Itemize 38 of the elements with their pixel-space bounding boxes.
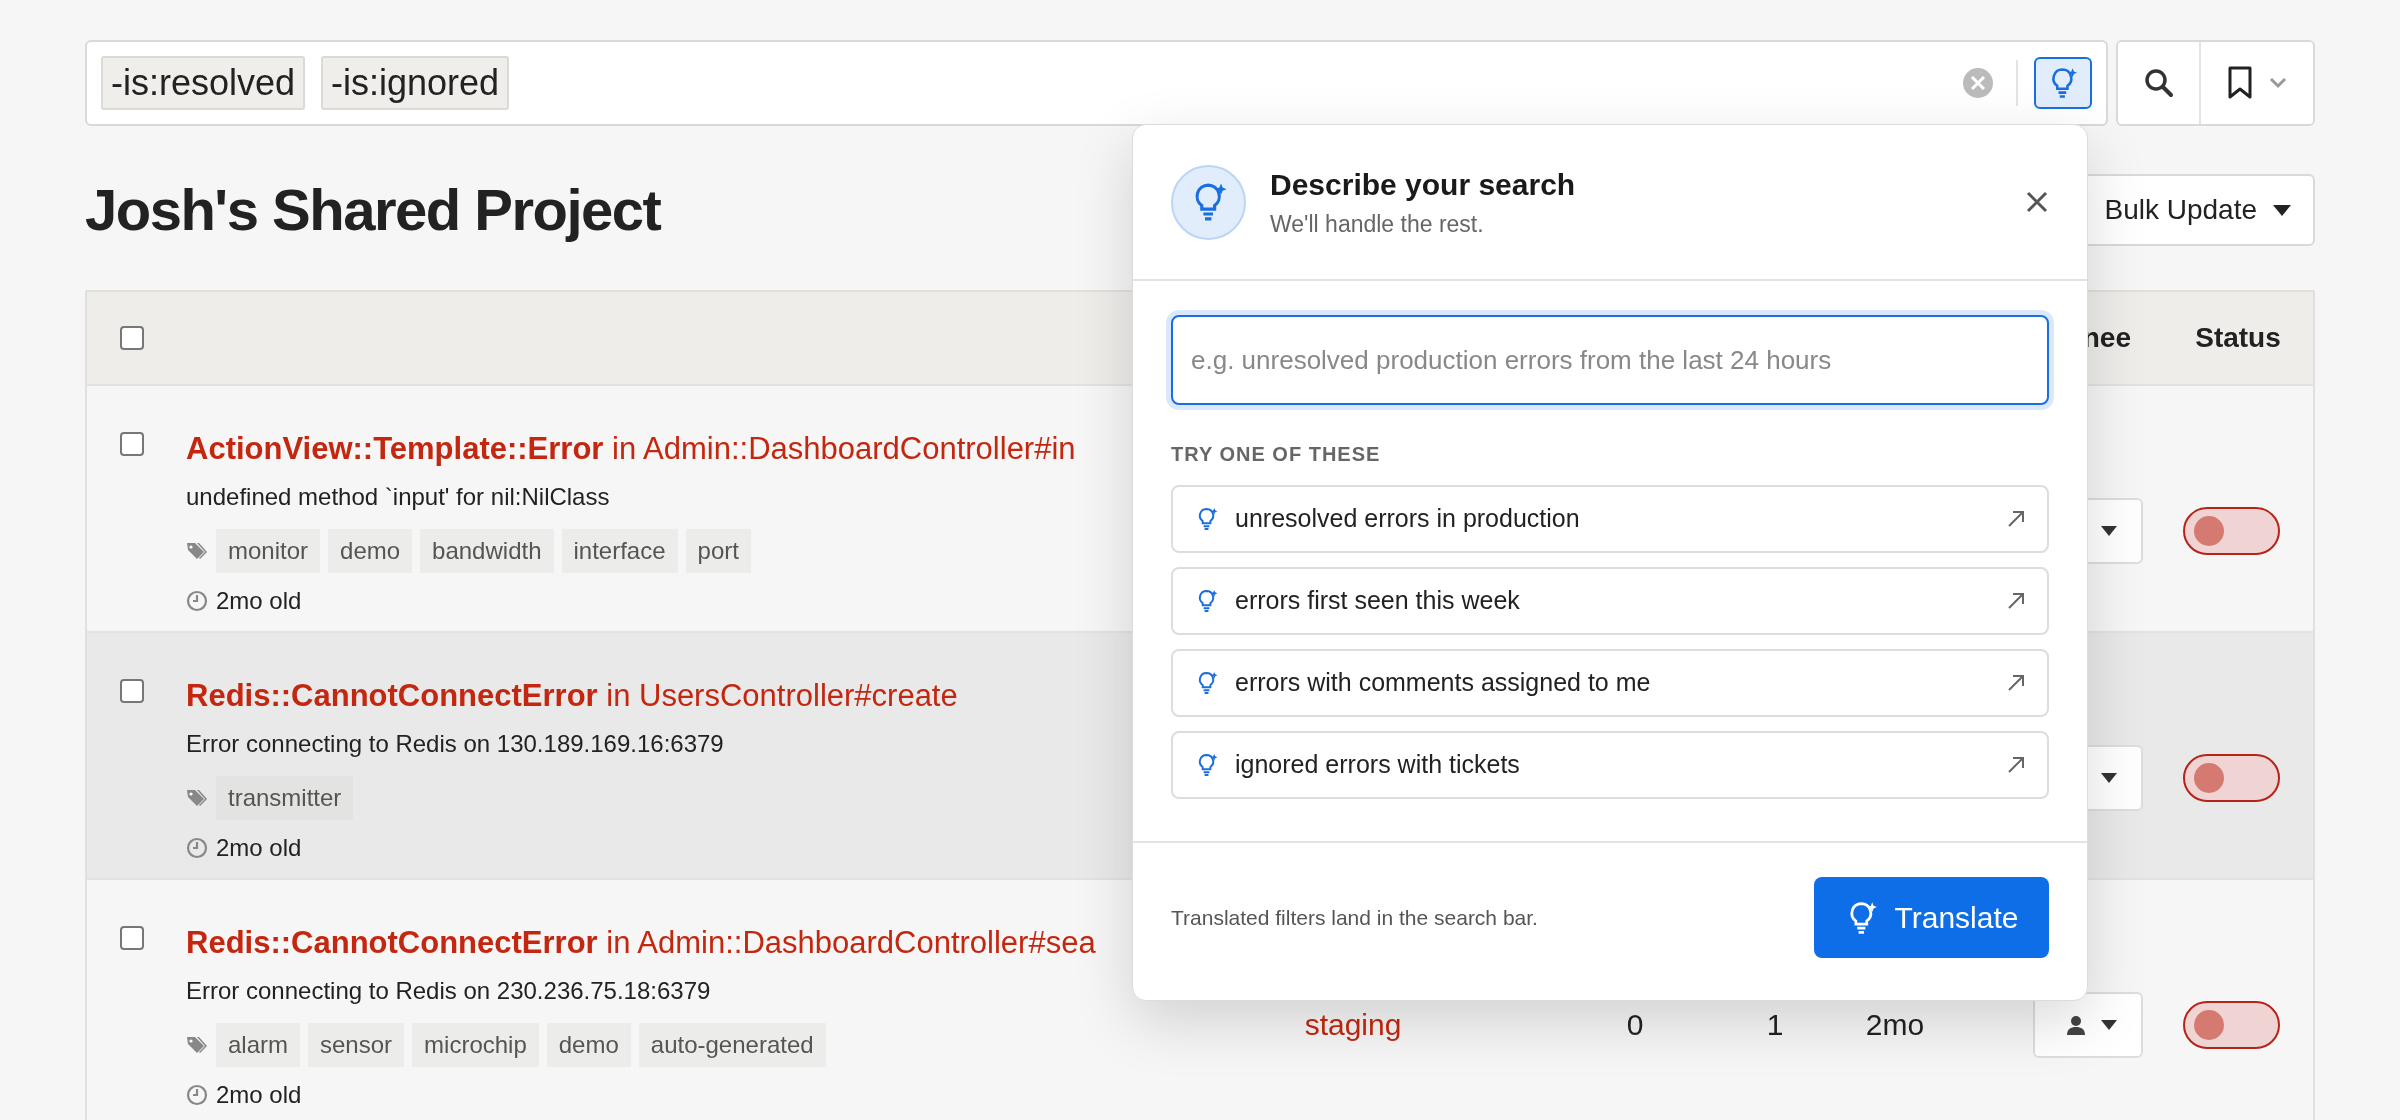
- section-label: TRY ONE OF THESE: [1171, 442, 1382, 467]
- filter-chip[interactable]: -is:ignored: [321, 55, 510, 111]
- search-field[interactable]: -is:resolved -is:ignored: [85, 40, 2108, 126]
- translate-button[interactable]: Translate: [1814, 877, 2049, 958]
- environment-label: staging: [1304, 1008, 1402, 1041]
- tag-label[interactable]: interface: [561, 528, 678, 573]
- issue-title-link[interactable]: Redis::CannotConnectError in UsersController#create: [186, 678, 958, 713]
- tag-label[interactable]: demo: [546, 1022, 631, 1067]
- tag-label[interactable]: transmitter: [216, 775, 354, 820]
- table-cell: 1: [1766, 1008, 1784, 1041]
- tag-label[interactable]: alarm: [216, 1022, 300, 1067]
- issue-title-link[interactable]: ActionView::Template::Error in Admin::DashboardController#in: [186, 431, 1076, 466]
- issue-title-link[interactable]: Redis::CannotConnectError in Admin::DashboardController#sea: [186, 925, 1096, 960]
- age-label: 2mo old: [216, 832, 302, 863]
- suggestion-button[interactable]: unresolved errors in production: [1171, 485, 2049, 553]
- table-cell: 2mo: [1865, 1008, 1925, 1041]
- error-message: Error connecting to Redis on 130.189.169.16:6379: [186, 729, 724, 757]
- filter-chip[interactable]: -is:resolved: [101, 55, 306, 111]
- page-title: Josh's Shared Project: [85, 176, 661, 245]
- popup-subtitle: We'll handle the rest.: [1270, 210, 1485, 240]
- error-message: undefined method `input' for nil:NilClass: [186, 482, 610, 510]
- age-label: 2mo old: [216, 585, 302, 616]
- suggestion-button[interactable]: errors first seen this week: [1171, 567, 2049, 635]
- tag-label[interactable]: sensor: [308, 1022, 405, 1067]
- suggestion-button[interactable]: ignored errors with tickets: [1171, 731, 2049, 799]
- suggestion-button[interactable]: errors with comments assigned to me: [1171, 649, 2049, 717]
- error-message: Error connecting to Redis on 230.236.75.18:6379: [186, 976, 711, 1004]
- tag-label[interactable]: bandwidth: [420, 528, 554, 573]
- tag-label[interactable]: monitor: [216, 528, 321, 573]
- table-cell: 0: [1626, 1008, 1644, 1041]
- tag-label[interactable]: auto-generated: [638, 1022, 826, 1067]
- tag-label[interactable]: microchip: [412, 1022, 539, 1067]
- column-header[interactable]: Status: [2195, 322, 2281, 353]
- tag-label[interactable]: port: [685, 528, 751, 573]
- popup-title: Describe your search: [1270, 167, 1577, 204]
- footer-note: Translated filters land in the search bar.: [1171, 904, 1538, 931]
- tag-label[interactable]: demo: [328, 528, 413, 573]
- age-label: 2mo old: [216, 1079, 302, 1110]
